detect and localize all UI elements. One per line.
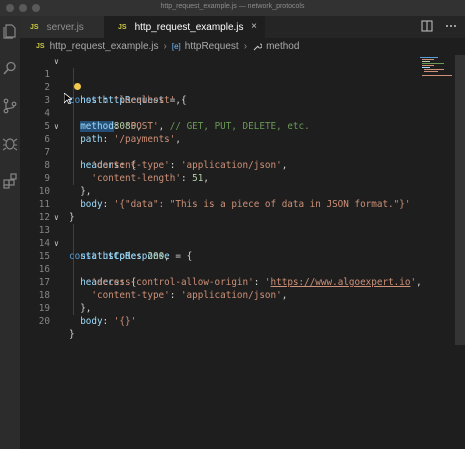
code-line: 12 [20,198,465,223]
js-file-icon: JS [36,43,45,50]
line-number: 20 [38,316,50,327]
fold-chevron-icon[interactable]: ∨ [54,55,59,68]
fold-chevron-icon[interactable]: ∨ [54,237,59,250]
code-line: 10 body: '{"data": "This is a piece of d… [20,172,465,210]
tab-label: http_request_example.js [134,21,244,33]
code-line: 2 host: 'localhost', [20,68,465,106]
code-line: 15 ∨ headers: { [20,237,465,288]
variable-icon: [e] [171,42,181,51]
source-control-icon[interactable] [2,98,18,114]
editor-tabs: JS server.js JS http_request_example.js … [20,16,465,38]
wrench-icon [253,42,263,50]
extensions-icon[interactable] [2,173,18,189]
window-title: http_request_example.js — network_protoc… [160,3,305,10]
code-line: 4 method: 'POST', // GET, PUT, DELETE, e… [20,94,465,132]
code-line: 16 'access-control-allow-origin': 'https… [20,250,465,288]
code-line: 7 'content-type': 'application/json', [20,133,465,171]
code-line: 18 }, [20,276,465,314]
breadcrumb: JS http_request_example.js › [e] httpReq… [20,38,465,55]
lightbulb-icon[interactable] [74,83,81,90]
code-line: 1 ∨ const httpRequest = { [20,55,465,106]
breadcrumb-file[interactable]: http_request_example.js [50,41,159,52]
vertical-scrollbar[interactable] [455,55,465,345]
minimap[interactable] [420,55,460,115]
code-line: 3 port: 8080, [20,81,465,132]
code-line: 8 'content-length': 51, [20,146,465,184]
fold-chevron-icon[interactable]: ∨ [54,120,59,133]
explorer-icon[interactable] [2,23,18,39]
code-text: body: '{}' [69,316,137,327]
search-icon[interactable] [2,60,18,76]
code-line: 19 body: '{}' [20,289,465,327]
code-text: } [69,329,75,340]
activity-bar [0,16,20,449]
tab-server-js[interactable]: JS server.js [20,16,104,38]
more-actions-icon[interactable] [445,20,457,32]
code-line: 9 }, [20,159,465,197]
code-line: 17 'content-type': 'application/json', [20,263,465,301]
code-line: 14 statusCode: 200, [20,224,465,262]
chevron-right-icon: › [243,41,248,52]
code-line: 11 } [20,185,465,223]
tab-label: server.js [46,21,84,33]
code-line: 6 ∨ headers: { [20,120,465,171]
editor-actions [421,20,457,32]
code-line: 20 } [20,302,465,340]
breadcrumb-member[interactable]: method [266,41,299,52]
js-file-icon: JS [118,23,127,31]
split-editor-icon[interactable] [421,20,433,32]
code-editor[interactable]: 1 ∨ const httpRequest = { 2 host: 'local… [20,55,465,449]
chevron-right-icon: › [163,41,167,52]
js-file-icon: JS [30,23,39,31]
code-line: 5 path: '/payments', [20,107,465,145]
breadcrumb-object[interactable]: httpRequest [185,41,239,52]
close-tab-icon[interactable]: × [251,21,257,32]
title-bar: http_request_example.js — network_protoc… [0,0,465,16]
run-debug-icon[interactable] [2,135,18,151]
tab-http-request-example-js[interactable]: JS http_request_example.js × [104,16,265,38]
fold-chevron-icon[interactable]: ∨ [54,211,59,224]
code-line: 13 ∨ const httpResponse = { [20,211,465,262]
mouse-pointer-icon [64,93,72,104]
